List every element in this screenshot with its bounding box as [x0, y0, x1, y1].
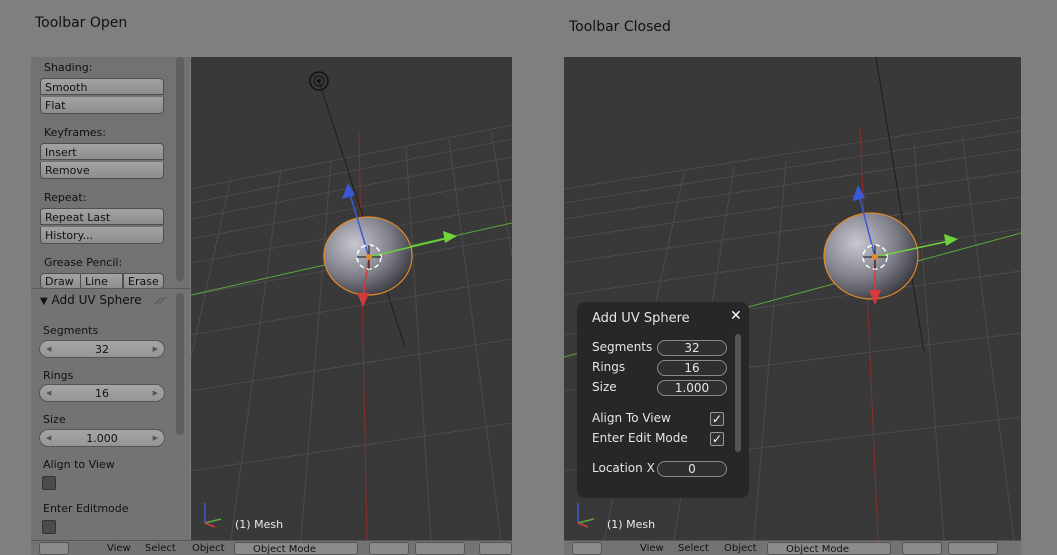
increment-icon[interactable]: ▶ [153, 341, 158, 358]
size-value: 1.000 [86, 432, 118, 445]
redo-panel-title: Add UV Sphere [592, 311, 690, 326]
decrement-icon[interactable]: ◀ [46, 385, 51, 402]
shading-selector[interactable] [369, 542, 409, 555]
object-menu[interactable]: Object [192, 543, 225, 554]
grease-pencil-label: Grease Pencil: [44, 256, 123, 269]
size-field[interactable]: ◀ 1.000 ▶ [39, 429, 165, 447]
increment-icon[interactable]: ▶ [153, 385, 158, 402]
align-to-view-label: Align To View [592, 411, 671, 425]
segments-value: 32 [95, 343, 109, 356]
mode-label: Object Mode [786, 544, 849, 555]
location-x-field[interactable]: 0 [657, 461, 727, 477]
line-button[interactable]: Line [80, 273, 123, 289]
close-icon[interactable]: ✕ [730, 308, 742, 324]
align-to-view-checkbox[interactable]: ✓ [710, 412, 724, 426]
location-x-label: Location X [592, 461, 655, 475]
collapse-triangle-icon: ▼ [40, 296, 48, 307]
enter-edit-mode-label: Enter Edit Mode [592, 431, 688, 445]
segments-label: Segments [43, 324, 99, 337]
remove-keyframe-button[interactable]: Remove [40, 162, 164, 179]
3d-view-header-left: View Select Object Object Mode [31, 540, 512, 555]
repeat-label: Repeat: [44, 191, 87, 204]
3d-viewport-left[interactable]: (1) Mesh [191, 57, 512, 540]
object-menu[interactable]: Object [724, 543, 757, 554]
object-info-label: (1) Mesh [235, 518, 284, 531]
keyframes-label: Keyframes: [44, 126, 106, 139]
tool-shelf: Shading: Smooth Flat Keyframes: Insert R… [31, 57, 190, 540]
size-field[interactable]: 1.000 [657, 380, 727, 396]
redo-last-panel: Add UV Sphere ✕ Segments 32 Rings 16 Siz… [577, 302, 749, 498]
drag-handle-icon[interactable] [153, 295, 167, 305]
operator-panel: ▼ Add UV Sphere Segments ◀ 32 ▶ Rings ◀ … [31, 288, 190, 540]
shading-label: Shading: [44, 61, 93, 74]
history-button[interactable]: History... [40, 227, 164, 244]
editor-type-icon[interactable] [39, 542, 69, 555]
draw-button[interactable]: Draw [40, 273, 81, 289]
size-label: Size [592, 380, 617, 394]
flat-button[interactable]: Flat [40, 97, 164, 114]
size-label: Size [43, 413, 66, 426]
operator-panel-header[interactable]: ▼ Add UV Sphere [40, 293, 142, 307]
view-menu[interactable]: View [107, 543, 131, 554]
caption-toolbar-open: Toolbar Open [35, 15, 128, 31]
segments-field[interactable]: 32 [657, 340, 727, 356]
rings-label: Rings [592, 360, 626, 374]
mode-selector[interactable]: Object Mode [767, 542, 891, 555]
shading-selector[interactable] [902, 542, 942, 555]
3d-view-header-right: View Select Object Object Mode [564, 540, 1021, 555]
increment-icon[interactable]: ▶ [153, 430, 158, 447]
insert-keyframe-button[interactable]: Insert [40, 143, 164, 160]
decrement-icon[interactable]: ◀ [46, 430, 51, 447]
enter-editmode-label: Enter Editmode [43, 502, 129, 515]
align-to-view-label: Align to View [43, 458, 115, 471]
pivot-selector[interactable] [948, 542, 998, 555]
enter-editmode-checkbox[interactable] [42, 520, 56, 534]
mode-selector[interactable]: Object Mode [234, 542, 358, 555]
select-menu[interactable]: Select [145, 543, 176, 554]
rings-value: 16 [95, 387, 109, 400]
operator-title: Add UV Sphere [51, 293, 142, 307]
pivot-selector[interactable] [415, 542, 465, 555]
manipulator-toggle[interactable] [479, 542, 512, 555]
rings-label: Rings [43, 369, 74, 382]
align-to-view-checkbox[interactable] [42, 476, 56, 490]
operator-scrollbar[interactable] [176, 293, 184, 435]
caption-toolbar-closed: Toolbar Closed [569, 19, 671, 35]
enter-edit-mode-checkbox[interactable]: ✓ [710, 432, 724, 446]
redo-panel-scrollbar[interactable] [735, 334, 741, 452]
repeat-last-button[interactable]: Repeat Last [40, 208, 164, 225]
view-menu[interactable]: View [640, 543, 664, 554]
erase-button[interactable]: Erase [123, 273, 164, 289]
object-info-label: (1) Mesh [607, 518, 656, 531]
editor-type-icon[interactable] [572, 542, 602, 555]
segments-label: Segments [592, 340, 653, 354]
segments-field[interactable]: ◀ 32 ▶ [39, 340, 165, 358]
rings-field[interactable]: 16 [657, 360, 727, 376]
smooth-button[interactable]: Smooth [40, 78, 164, 95]
decrement-icon[interactable]: ◀ [46, 341, 51, 358]
rings-field[interactable]: ◀ 16 ▶ [39, 384, 165, 402]
toolbar-scrollbar[interactable] [176, 57, 184, 281]
select-menu[interactable]: Select [678, 543, 709, 554]
mode-label: Object Mode [253, 544, 316, 555]
viewport-scene [191, 71, 512, 540]
